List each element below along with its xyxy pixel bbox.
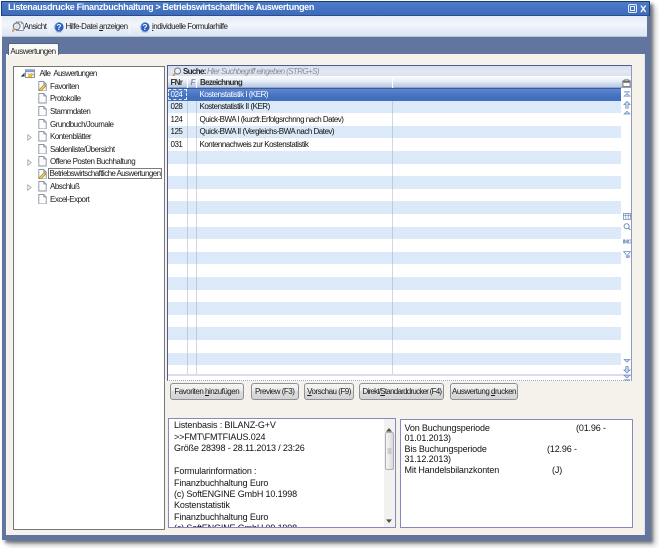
- svg-text:?: ?: [57, 23, 62, 32]
- svg-text:?: ?: [143, 23, 148, 32]
- svg-text:IMG: IMG: [623, 239, 631, 245]
